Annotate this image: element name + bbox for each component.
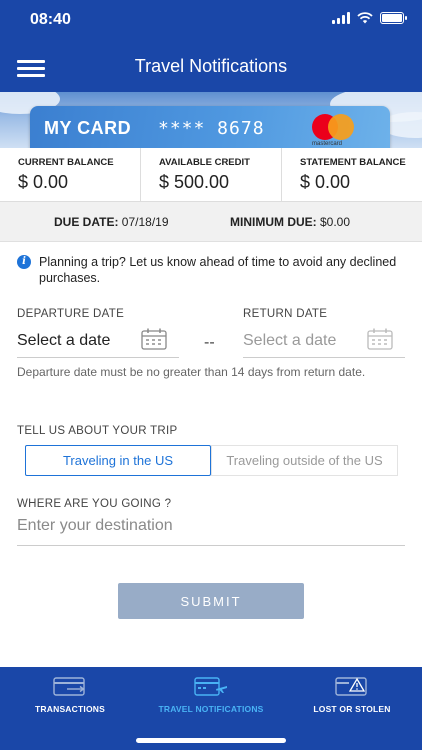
home-indicator <box>136 738 286 743</box>
traveling-outside-us-option[interactable]: Traveling outside of the US <box>211 445 398 476</box>
status-icons <box>332 12 407 24</box>
cellular-signal-icon <box>332 12 350 24</box>
calendar-icon <box>367 328 393 350</box>
traveling-in-us-option[interactable]: Traveling in the US <box>25 445 211 476</box>
balance-summary: CURRENT BALANCE $ 0.00 AVAILABLE CREDIT … <box>0 148 422 202</box>
date-hint: Departure date must be no greater than 1… <box>17 365 366 379</box>
page-title: Travel Notifications <box>134 56 288 76</box>
wifi-icon <box>357 12 373 24</box>
info-icon: i <box>17 255 31 269</box>
date-range-separator: -- <box>204 334 215 351</box>
return-date-label: RETURN DATE <box>243 308 328 320</box>
card-number: **** 8678 <box>158 118 265 139</box>
travel-card-plane-icon <box>194 677 227 696</box>
credit-card: MY CARD **** 8678 mastercard <box>30 106 390 148</box>
lost-card-warning-icon <box>335 677 367 696</box>
trip-info-message: i Planning a trip? Let us know ahead of … <box>17 254 397 286</box>
trip-type-label: TELL US ABOUT YOUR TRIP <box>17 425 178 437</box>
status-time: 08:40 <box>30 11 71 28</box>
departure-date-picker[interactable]: Select a date <box>17 326 179 358</box>
departure-date-label: DEPARTURE DATE <box>17 308 125 320</box>
destination-label: WHERE ARE YOU GOING ? <box>17 498 172 510</box>
app-header: 08:40 Travel Notifications <box>0 0 422 92</box>
trip-type-toggle: Traveling in the US Traveling outside of… <box>25 445 398 476</box>
nav-lost-or-stolen[interactable]: LOST OR STOLEN <box>282 677 422 714</box>
card-name: MY CARD <box>44 118 132 138</box>
departure-date-value: Select a date <box>17 332 111 349</box>
return-date-placeholder: Select a date <box>243 332 337 349</box>
return-date-picker[interactable]: Select a date <box>243 326 405 358</box>
destination-field <box>17 514 405 546</box>
nav-travel-notifications[interactable]: TRAVEL NOTIFICATIONS <box>141 677 281 714</box>
calendar-icon <box>141 328 167 350</box>
available-credit: AVAILABLE CREDIT $ 500.00 <box>141 148 282 201</box>
statement-balance: STATEMENT BALANCE $ 0.00 <box>300 157 406 192</box>
transactions-card-icon <box>53 677 85 696</box>
destination-input[interactable] <box>17 514 405 535</box>
due-info: DUE DATE: 07/18/19 MINIMUM DUE: $0.00 <box>0 202 422 242</box>
submit-button[interactable]: SUBMIT <box>118 583 304 619</box>
battery-icon <box>380 12 407 24</box>
card-banner: MY CARD **** 8678 mastercard <box>0 92 422 148</box>
minimum-due: MINIMUM DUE: $0.00 <box>230 215 351 229</box>
current-balance: CURRENT BALANCE $ 0.00 <box>0 148 141 201</box>
nav-transactions[interactable]: TRANSACTIONS <box>0 677 140 714</box>
due-date: DUE DATE: 07/18/19 <box>54 215 169 229</box>
mastercard-logo: mastercard <box>308 112 362 147</box>
